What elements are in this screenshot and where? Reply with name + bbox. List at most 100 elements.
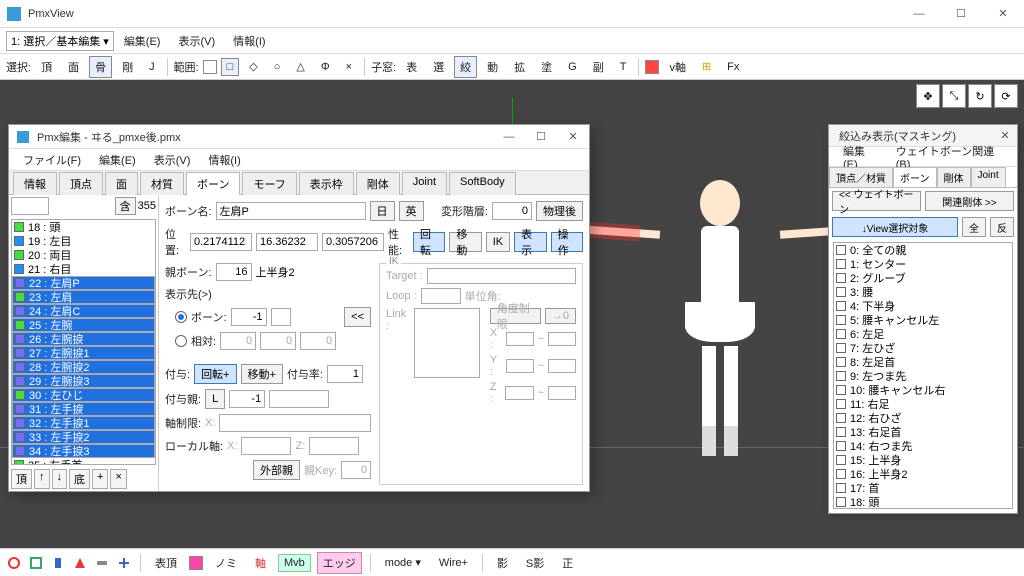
grant-rot[interactable]: 回転+ bbox=[194, 364, 236, 384]
bone-item[interactable]: 35 : 左手首 bbox=[12, 458, 155, 465]
mask-item[interactable]: 11: 右足 bbox=[834, 397, 1012, 411]
mask-item[interactable]: 4: 下半身 bbox=[834, 299, 1012, 313]
cw-6[interactable]: G bbox=[562, 58, 583, 76]
bone-item[interactable]: 27 : 左腕捩1 bbox=[12, 346, 155, 360]
all-button[interactable]: 全 bbox=[962, 217, 986, 237]
range-tri-icon[interactable]: △ bbox=[290, 57, 310, 76]
mask-item[interactable]: 6: 左足 bbox=[834, 327, 1012, 341]
bb-color[interactable] bbox=[189, 556, 203, 570]
sel-bone[interactable]: 骨 bbox=[89, 56, 112, 78]
menu-view[interactable]: 表示(V) bbox=[170, 30, 223, 52]
weight-bone-button[interactable]: << ウェイトボーン bbox=[832, 191, 921, 211]
mask-item[interactable]: 0: 全ての親 bbox=[834, 243, 1012, 257]
mask-item[interactable]: 13: 右足首 bbox=[834, 425, 1012, 439]
bb-edge[interactable]: エッジ bbox=[317, 552, 362, 574]
cw-8[interactable]: T bbox=[614, 58, 633, 76]
tab-面[interactable]: 面 bbox=[105, 172, 138, 195]
sel-rigid[interactable]: 剛 bbox=[116, 56, 139, 78]
bone-item[interactable]: 29 : 左腕捩3 bbox=[12, 374, 155, 388]
bone-item[interactable]: 32 : 左手捩1 bbox=[12, 416, 155, 430]
grant-l[interactable]: L bbox=[205, 389, 225, 409]
bone-item[interactable]: 24 : 左肩C bbox=[12, 304, 155, 318]
rtab-2[interactable]: 剛体 bbox=[937, 167, 971, 187]
cw-7[interactable]: 副 bbox=[587, 56, 610, 78]
bb-icon-2[interactable] bbox=[28, 555, 44, 571]
ext-parent-button[interactable]: 外部親 bbox=[253, 460, 300, 480]
pos-y-input[interactable] bbox=[256, 233, 318, 251]
pos-x-input[interactable] bbox=[190, 233, 252, 251]
mask-item[interactable]: 7: 左ひざ bbox=[834, 341, 1012, 355]
bonelist-×[interactable]: × bbox=[110, 469, 126, 489]
range-circle-icon[interactable]: ○ bbox=[268, 58, 287, 76]
mask-item[interactable]: 16: 上半身2 bbox=[834, 467, 1012, 481]
view-select-button[interactable]: ↓View選択対象 bbox=[832, 217, 958, 237]
bonelist-+[interactable]: + bbox=[92, 469, 108, 489]
bonelist-頂[interactable]: 頂 bbox=[11, 469, 32, 489]
pos-z-input[interactable] bbox=[322, 233, 384, 251]
lang-en-button[interactable]: 英 bbox=[399, 201, 424, 221]
close-button[interactable]: ✕ bbox=[982, 0, 1024, 28]
bone-item[interactable]: 23 : 左肩 bbox=[12, 290, 155, 304]
bb-mode[interactable]: mode ▾ bbox=[379, 553, 427, 572]
perf-op[interactable]: 操作 bbox=[551, 232, 583, 252]
sub-menu-info[interactable]: 情報(I) bbox=[200, 149, 248, 171]
bb-icon-6[interactable] bbox=[116, 555, 132, 571]
bone-item[interactable]: 18 : 頭 bbox=[12, 220, 155, 234]
target-bone-radio[interactable] bbox=[175, 311, 187, 323]
bone-item[interactable]: 28 : 左腕捩2 bbox=[12, 360, 155, 374]
bb-axis[interactable]: 軸 bbox=[249, 552, 272, 574]
rel-rigid-button[interactable]: 関連剛体 >> bbox=[925, 191, 1014, 211]
parent-index[interactable] bbox=[216, 263, 252, 281]
gizmo-orbit-icon[interactable]: ⟳ bbox=[994, 84, 1018, 108]
sub-menu-file[interactable]: ファイル(F) bbox=[15, 149, 89, 171]
mask-item[interactable]: 12: 右ひざ bbox=[834, 411, 1012, 425]
contain-button[interactable]: 含 bbox=[115, 197, 136, 215]
bonelist-↓[interactable]: ↓ bbox=[52, 469, 68, 489]
lang-jp-button[interactable]: 日 bbox=[370, 201, 395, 221]
bb-vertex[interactable]: 表頂 bbox=[149, 552, 183, 574]
cw-2[interactable]: 絞 bbox=[454, 56, 477, 78]
gizmo-rotate-icon[interactable]: ↻ bbox=[968, 84, 992, 108]
range-rect-icon[interactable]: □ bbox=[221, 58, 240, 76]
gizmo-pan-icon[interactable]: ⤡ bbox=[942, 84, 966, 108]
bb-sshadow[interactable]: S影 bbox=[520, 552, 550, 574]
mask-item[interactable]: 14: 右つま先 bbox=[834, 439, 1012, 453]
physics-after-button[interactable]: 物理後 bbox=[536, 201, 583, 221]
range-diamond-icon[interactable]: ◇ bbox=[243, 57, 263, 76]
menu-edit[interactable]: 編集(E) bbox=[116, 30, 169, 52]
mask-item[interactable]: 10: 腰キャンセル右 bbox=[834, 383, 1012, 397]
tab-情報[interactable]: 情報 bbox=[13, 172, 57, 195]
perf-ik[interactable]: IK bbox=[486, 232, 510, 252]
character-model[interactable] bbox=[640, 180, 800, 500]
axis-color[interactable] bbox=[645, 60, 659, 74]
sel-vertex[interactable]: 頂 bbox=[35, 56, 58, 78]
tab-剛体[interactable]: 剛体 bbox=[356, 172, 400, 195]
minimize-button[interactable]: — bbox=[898, 0, 940, 28]
sel-joint[interactable]: J bbox=[143, 58, 161, 76]
cw-3[interactable]: 動 bbox=[481, 56, 504, 78]
mode-selector[interactable]: 1: 選択／基本編集 ▾ bbox=[6, 31, 114, 51]
sel-face[interactable]: 面 bbox=[62, 56, 85, 78]
bone-item[interactable]: 34 : 左手捩3 bbox=[12, 444, 155, 458]
target-rel-radio[interactable] bbox=[175, 335, 187, 347]
tab-表示枠[interactable]: 表示枠 bbox=[299, 172, 354, 195]
range-x-icon[interactable]: × bbox=[340, 58, 358, 76]
deform-input[interactable] bbox=[492, 202, 532, 220]
cw-0[interactable]: 表 bbox=[400, 56, 423, 78]
bone-item[interactable]: 30 : 左ひじ bbox=[12, 388, 155, 402]
rtab-1[interactable]: ボーン bbox=[893, 167, 937, 187]
maximize-button[interactable]: ☐ bbox=[940, 0, 982, 28]
bone-item[interactable]: 20 : 両目 bbox=[12, 248, 155, 262]
bone-name-input[interactable] bbox=[216, 202, 366, 220]
mask-item[interactable]: 1: センター bbox=[834, 257, 1012, 271]
cw-1[interactable]: 選 bbox=[427, 56, 450, 78]
bb-icon-5[interactable] bbox=[94, 555, 110, 571]
sub-menu-view[interactable]: 表示(V) bbox=[146, 149, 199, 171]
grant-rate-input[interactable] bbox=[327, 365, 363, 383]
bone-item[interactable]: 33 : 左手捩2 bbox=[12, 430, 155, 444]
perf-rotate[interactable]: 回転 bbox=[413, 232, 445, 252]
bb-icon-3[interactable] bbox=[50, 555, 66, 571]
range-color[interactable] bbox=[203, 60, 217, 74]
perf-move[interactable]: 移動 bbox=[449, 232, 481, 252]
tab-SoftBody[interactable]: SoftBody bbox=[449, 172, 516, 195]
